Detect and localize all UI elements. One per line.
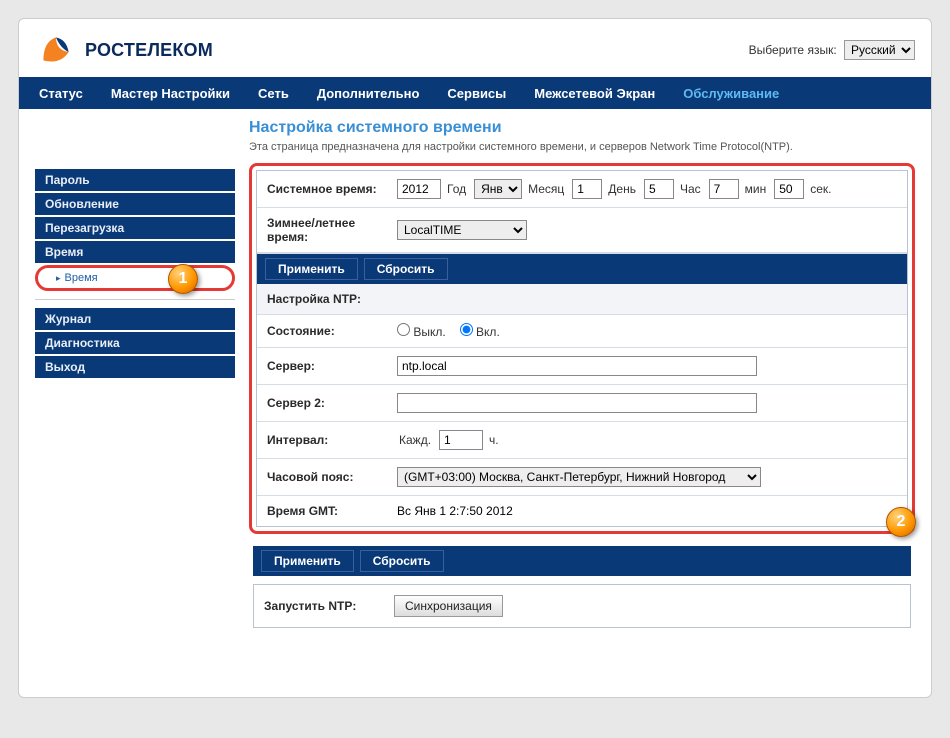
annotation-badge-2: 2 — [886, 507, 916, 537]
dst-label: Зимнее/летнее время: — [267, 216, 397, 244]
ntp-server-input[interactable] — [397, 356, 757, 376]
highlight-box-2: Системное время: Год Янв Месяц День Час … — [249, 163, 915, 534]
year-input[interactable] — [397, 179, 441, 199]
nav-maintenance[interactable]: Обслуживание — [669, 77, 793, 109]
row-system-time: Системное время: Год Янв Месяц День Час … — [257, 171, 907, 208]
sync-button[interactable]: Синхронизация — [394, 595, 503, 617]
row-ntp-interval: Интервал: Кажд. ч. — [257, 422, 907, 459]
ntp-server2-input[interactable] — [397, 393, 757, 413]
sec-unit: сек. — [810, 182, 831, 196]
page-title: Настройка системного времени — [249, 119, 915, 137]
apply-button-2[interactable]: Применить — [261, 550, 354, 572]
sidebar-item-log[interactable]: Журнал — [35, 308, 235, 330]
page-desc: Эта страница предназначена для настройки… — [249, 141, 915, 153]
content: Настройка системного времени Эта страниц… — [235, 119, 915, 632]
tz-select[interactable]: (GMT+03:00) Москва, Санкт-Петербург, Ниж… — [397, 467, 761, 487]
highlight-box-1: Время 1 — [35, 265, 235, 291]
sidebar-item-reboot[interactable]: Перезагрузка — [35, 217, 235, 239]
ntp-state-label: Состояние: — [267, 324, 397, 338]
gmt-value: Вс Янв 1 2:7:50 2012 — [397, 504, 513, 518]
language-label: Выберите язык: — [749, 43, 837, 57]
logo-text: РОСТЕЛЕКОМ — [85, 40, 213, 61]
sidebar-item-password[interactable]: Пароль — [35, 169, 235, 191]
language-selector: Выберите язык: Русский — [749, 40, 915, 60]
gmt-label: Время GMT: — [267, 504, 397, 518]
sidebar-item-update[interactable]: Обновление — [35, 193, 235, 215]
sec-input[interactable] — [774, 179, 804, 199]
sidebar-item-diag[interactable]: Диагностика — [35, 332, 235, 354]
row-ntp-title: Настройка NTP: — [257, 284, 907, 315]
ntp-on-option[interactable]: Вкл. — [460, 323, 500, 339]
ntp-buttonbar: Применить Сбросить — [253, 546, 911, 576]
row-ntp-server: Сервер: — [257, 348, 907, 385]
nav-firewall[interactable]: Межсетевой Экран — [520, 77, 669, 109]
sync-panel: Запустить NTP: Синхронизация — [253, 584, 911, 628]
nav-status[interactable]: Статус — [25, 77, 97, 109]
body: Пароль Обновление Перезагрузка Время Вре… — [19, 109, 931, 632]
sync-label: Запустить NTP: — [264, 599, 394, 613]
ntp-interval-label: Интервал: — [267, 433, 397, 447]
interval-suffix: ч. — [489, 433, 499, 447]
row-gmt: Время GMT: Вс Янв 1 2:7:50 2012 — [257, 496, 907, 526]
sidebar: Пароль Обновление Перезагрузка Время Вре… — [35, 119, 235, 632]
apply-button-1[interactable]: Применить — [265, 258, 358, 280]
dst-select[interactable]: LocalTIME — [397, 220, 527, 240]
ntp-off-radio[interactable] — [397, 323, 410, 336]
row-timezone: Часовой пояс: (GMT+03:00) Москва, Санкт-… — [257, 459, 907, 496]
ntp-server2-label: Сервер 2: — [267, 396, 397, 410]
main-nav: Статус Мастер Настройки Сеть Дополнитель… — [19, 77, 931, 109]
year-unit: Год — [447, 182, 466, 196]
ntp-server-label: Сервер: — [267, 359, 397, 373]
row-ntp-server2: Сервер 2: — [257, 385, 907, 422]
hour-unit: Час — [680, 182, 701, 196]
hour-input[interactable] — [644, 179, 674, 199]
interval-prefix: Кажд. — [399, 433, 431, 447]
reset-button-1[interactable]: Сбросить — [364, 258, 448, 280]
tz-label: Часовой пояс: — [267, 470, 397, 484]
min-unit: мин — [745, 182, 767, 196]
annotation-badge-1: 1 — [168, 264, 198, 294]
logo-icon — [35, 29, 77, 71]
time-buttonbar: Применить Сбросить — [257, 253, 907, 284]
ntp-on-radio[interactable] — [460, 323, 473, 336]
app-window: РОСТЕЛЕКОМ Выберите язык: Русский Статус… — [18, 18, 932, 698]
logo: РОСТЕЛЕКОМ — [35, 29, 213, 71]
nav-services[interactable]: Сервисы — [433, 77, 520, 109]
day-unit: День — [608, 182, 636, 196]
nav-network[interactable]: Сеть — [244, 77, 303, 109]
nav-advanced[interactable]: Дополнительно — [303, 77, 434, 109]
language-select[interactable]: Русский — [844, 40, 915, 60]
interval-input[interactable] — [439, 430, 483, 450]
topbar: РОСТЕЛЕКОМ Выберите язык: Русский — [19, 19, 931, 77]
row-ntp-state: Состояние: Выкл. Вкл. — [257, 315, 907, 348]
time-panel: Системное время: Год Янв Месяц День Час … — [256, 170, 908, 527]
day-input[interactable] — [572, 179, 602, 199]
min-input[interactable] — [709, 179, 739, 199]
reset-button-2[interactable]: Сбросить — [360, 550, 444, 572]
ntp-title: Настройка NTP: — [267, 292, 361, 306]
system-time-fields: Год Янв Месяц День Час мин сек. — [397, 179, 897, 199]
month-select[interactable]: Янв — [474, 179, 522, 199]
nav-wizard[interactable]: Мастер Настройки — [97, 77, 244, 109]
sidebar-item-time[interactable]: Время — [35, 241, 235, 263]
ntp-off-option[interactable]: Выкл. — [397, 323, 446, 339]
sidebar-divider — [35, 299, 235, 300]
sidebar-item-exit[interactable]: Выход — [35, 356, 235, 378]
system-time-label: Системное время: — [267, 182, 397, 196]
row-dst: Зимнее/летнее время: LocalTIME — [257, 208, 907, 253]
month-unit: Месяц — [528, 182, 564, 196]
